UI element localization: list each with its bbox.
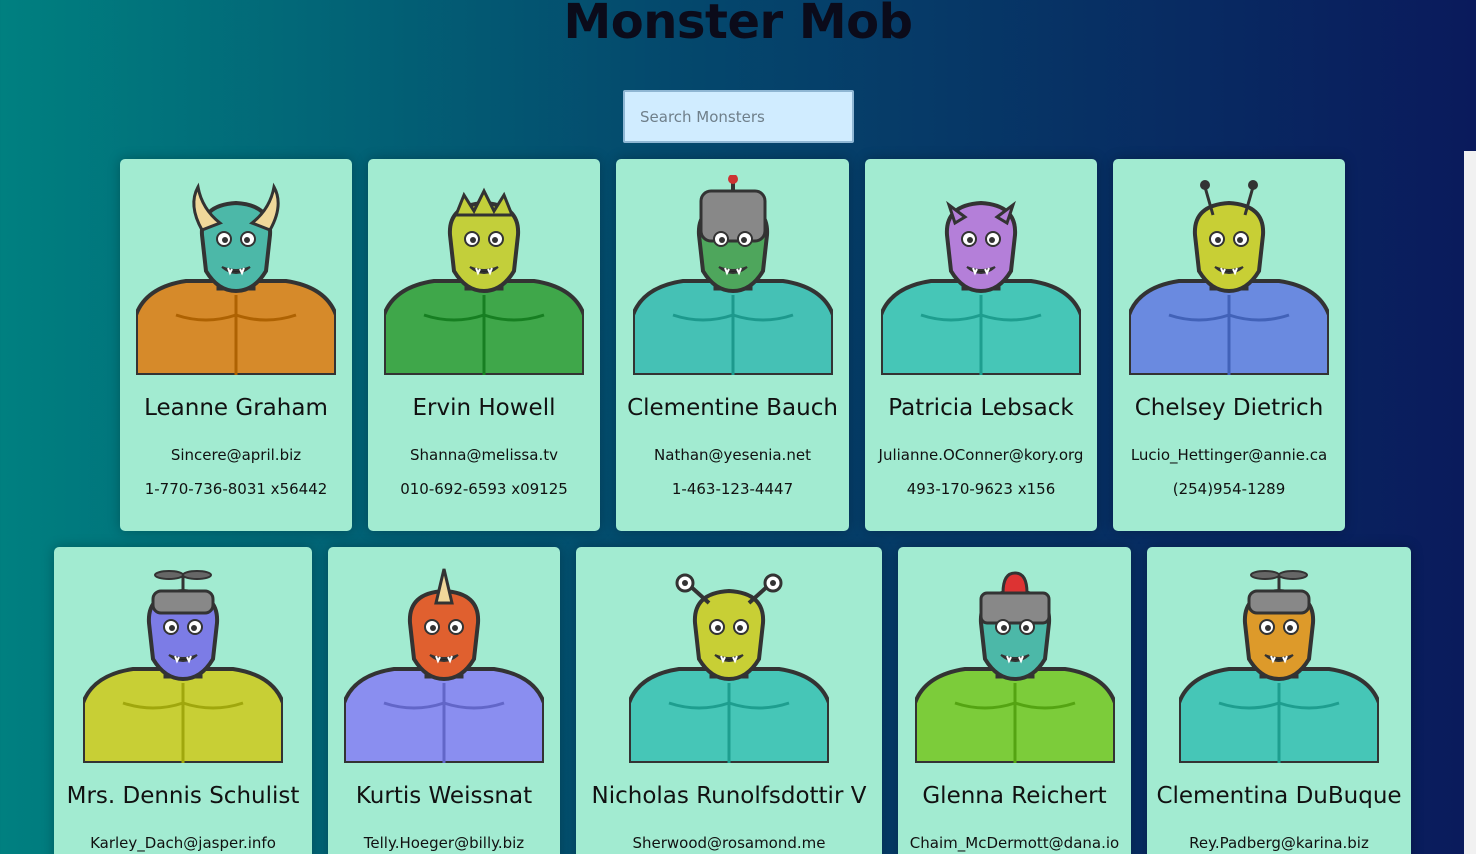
monster-phone: 493-170-9623 x156 [906, 480, 1056, 498]
monster-name: Clementine Bauch [627, 395, 838, 421]
monster-email: Julianne.OConner@kory.org [878, 446, 1084, 464]
monster-phone: (254)954-1289 [1172, 480, 1286, 498]
monster-name: Chelsey Dietrich [1134, 395, 1324, 421]
monster-phone: 1-463-123-4447 [671, 480, 794, 498]
monster-avatar [630, 174, 835, 377]
monster-avatar [134, 175, 338, 377]
monster-card[interactable]: Kurtis Weissnat Telly.Hoeger@billy.biz [328, 547, 560, 854]
monster-name: Kurtis Weissnat [355, 783, 533, 809]
monster-card[interactable]: Chelsey Dietrich Lucio_Hettinger@annie.ca… [1113, 159, 1345, 531]
monster-email: Karley_Dach@jasper.info [90, 834, 276, 852]
monster-avatar [342, 563, 546, 765]
monster-name: Patricia Lebsack [888, 395, 1074, 421]
monster-card[interactable]: Clementina DuBuque Rey.Padberg@karina.biz [1147, 547, 1411, 854]
monster-phone: 010-692-6593 x09125 [400, 480, 568, 498]
monster-avatar [1127, 175, 1331, 377]
monster-card[interactable]: Leanne Graham Sincere@april.biz 1-770-736-… [120, 159, 352, 531]
monster-email: Telly.Hoeger@billy.biz [363, 834, 525, 852]
monster-card[interactable]: Patricia Lebsack Julianne.OConner@kory.or… [865, 159, 1097, 531]
monster-email: Shanna@melissa.tv [410, 446, 558, 464]
search-input[interactable] [623, 90, 854, 143]
monster-name: Ervin Howell [412, 395, 556, 421]
monster-avatar [81, 563, 285, 765]
monster-name: Mrs. Dennis Schulist [66, 783, 300, 809]
monster-email: Sherwood@rosamond.me [632, 834, 826, 852]
monster-card[interactable]: Clementine Bauch Nathan@yesenia.net 1-463-… [616, 159, 849, 531]
monster-card[interactable]: Glenna Reichert Chaim_McDermott@dana.io [898, 547, 1131, 854]
monster-name: Leanne Graham [144, 395, 328, 421]
monster-name: Nicholas Runolfsdottir V [591, 783, 867, 809]
monster-email: Nathan@yesenia.net [654, 446, 811, 464]
monster-avatar [382, 175, 586, 377]
monster-email: Rey.Padberg@karina.biz [1189, 834, 1369, 852]
monster-avatar [912, 563, 1117, 765]
monster-email: Sincere@april.biz [170, 446, 302, 464]
monster-email: Chaim_McDermott@dana.io [909, 834, 1120, 852]
monster-card[interactable]: Ervin Howell Shanna@melissa.tv 010-692-659… [368, 159, 600, 531]
monster-phone: 1-770-736-8031 x56442 [144, 480, 328, 498]
monster-card[interactable]: Nicholas Runolfsdottir V Sherwood@rosamon… [576, 547, 882, 854]
monster-card[interactable]: Mrs. Dennis Schulist Karley_Dach@jasper.i… [54, 547, 312, 854]
page-title: Monster Mob [563, 0, 913, 50]
monster-avatar [1177, 563, 1381, 765]
monster-email: Lucio_Hettinger@annie.ca [1130, 446, 1328, 464]
monster-name: Glenna Reichert [922, 783, 1107, 809]
monster-avatar [879, 175, 1083, 377]
monster-avatar [627, 563, 831, 765]
monster-name: Clementina DuBuque [1156, 783, 1402, 809]
scrollbar[interactable] [1464, 151, 1476, 854]
